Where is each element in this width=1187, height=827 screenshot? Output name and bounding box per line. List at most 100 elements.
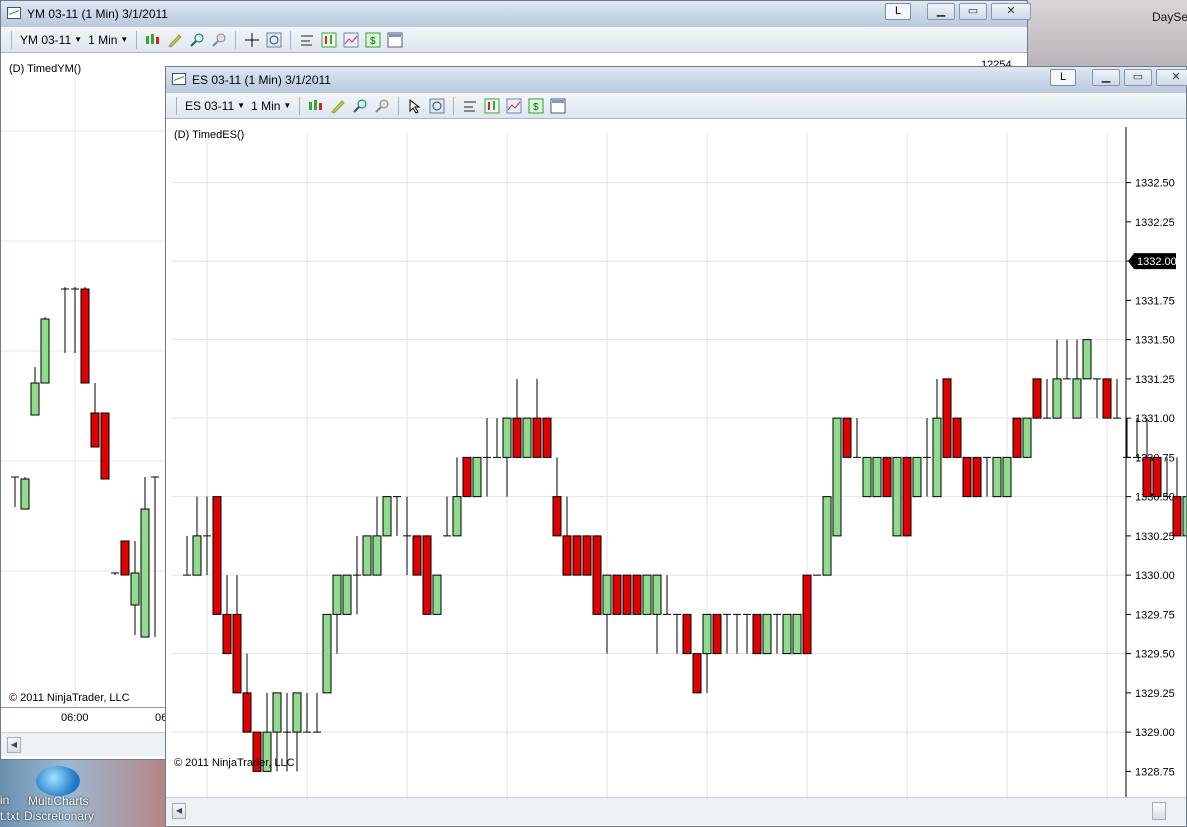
price-tick-label: 1329.25 <box>1135 688 1175 700</box>
bar-style-icon[interactable] <box>145 32 161 48</box>
drawing-pencil-icon[interactable] <box>167 32 183 48</box>
candle-body <box>532 417 542 458</box>
candle-body <box>992 456 1002 498</box>
price-tick-label: 1331.50 <box>1135 335 1175 347</box>
ym-minimize-button[interactable]: ▁ <box>927 3 955 20</box>
candle-body <box>1012 417 1022 458</box>
es-link-button[interactable]: L <box>1050 69 1076 86</box>
scroll-left-icon[interactable]: ◀ <box>7 737 21 753</box>
ym-interval-label: 1 Min <box>88 32 118 47</box>
candle-body <box>1102 378 1112 419</box>
es-scrollbar[interactable]: ◀ <box>166 797 1186 825</box>
scroll-left-icon[interactable]: ◀ <box>172 803 186 819</box>
candle-body <box>882 456 892 498</box>
drawing-pencil-icon[interactable] <box>330 98 346 114</box>
magnifier-icon[interactable] <box>429 98 445 114</box>
candle-body <box>80 288 90 384</box>
candle-body <box>572 535 582 576</box>
strategies-icon[interactable]: $ <box>528 98 544 114</box>
candle-body <box>1172 496 1182 537</box>
candle-body <box>432 574 442 615</box>
ym-time-axis: 06:00 06 <box>1 707 167 731</box>
strategies-icon[interactable]: $ <box>365 32 381 48</box>
ym-interval-selector[interactable]: 1 Min ▼ <box>88 33 128 47</box>
data-box-icon[interactable] <box>299 32 315 48</box>
chart-trader-icon[interactable] <box>550 98 566 114</box>
candle-body <box>642 574 652 615</box>
pointer-icon[interactable] <box>407 98 423 114</box>
chart-window-icon <box>172 73 186 85</box>
ym-chart-plot[interactable] <box>1 77 167 707</box>
zoom-in-icon[interactable] <box>352 98 368 114</box>
candle-body <box>592 535 602 615</box>
ym-copyright: © 2011 NinjaTrader, LLC <box>9 692 130 704</box>
multicharts-icon <box>36 766 80 796</box>
zoom-out-icon[interactable] <box>374 98 390 114</box>
indicators-icon[interactable] <box>506 98 522 114</box>
shortcut-label-1: MultiCharts <box>28 794 89 808</box>
candle-body <box>1182 496 1186 537</box>
es-chart-window[interactable]: ES 03-11 (1 Min) 3/1/2011 L ▁ ▭ ✕ ES 03-… <box>165 66 1187 827</box>
ym-close-button[interactable]: ✕ <box>991 3 1031 20</box>
es-interval-label: 1 Min <box>251 98 281 113</box>
candle-body <box>1082 339 1092 380</box>
ym-title-bar[interactable]: YM 03-11 (1 Min) 3/1/2011 L ▁ ▭ ✕ <box>1 1 1031 27</box>
candle-body <box>822 496 832 576</box>
zoom-in-icon[interactable] <box>189 32 205 48</box>
candle-body <box>582 535 592 576</box>
desktop-fragment-1: in <box>0 793 10 807</box>
ym-instrument-selector[interactable]: YM 03-11 ▼ <box>20 33 82 47</box>
candle-body <box>562 535 572 576</box>
candle-body <box>30 382 40 416</box>
es-title-bar[interactable]: ES 03-11 (1 Min) 3/1/2011 L ▁ ▭ ✕ <box>166 67 1187 93</box>
candle-body <box>412 535 422 576</box>
candle-body <box>682 613 692 655</box>
candle-body <box>622 574 632 615</box>
candle-body <box>40 318 50 384</box>
chart-window-icon <box>7 7 21 19</box>
es-instrument-selector[interactable]: ES 03-11 ▼ <box>185 99 245 113</box>
ym-maximize-button[interactable]: ▭ <box>959 3 987 20</box>
chart-properties-icon[interactable] <box>484 98 500 114</box>
svg-text:$: $ <box>370 36 376 47</box>
data-box-icon[interactable] <box>462 98 478 114</box>
crosshair-icon[interactable] <box>244 32 260 48</box>
desktop-text: DaySen <box>1152 10 1187 24</box>
candle-body <box>472 456 482 498</box>
es-minimize-button[interactable]: ▁ <box>1092 69 1120 86</box>
candle-body <box>952 417 962 458</box>
es-interval-selector[interactable]: 1 Min ▼ <box>251 99 291 113</box>
candle-body <box>512 417 522 458</box>
chevron-down-icon: ▼ <box>74 35 83 44</box>
price-tick-label: 1328.75 <box>1135 766 1175 778</box>
candle-body <box>962 456 972 498</box>
chart-properties-icon[interactable] <box>321 32 337 48</box>
scroll-thumb[interactable] <box>1152 802 1166 820</box>
es-toolbar: ES 03-11 ▼ 1 Min ▼ $ <box>166 93 1186 119</box>
chart-trader-icon[interactable] <box>387 32 403 48</box>
price-tick-label: 1332.50 <box>1135 178 1175 190</box>
candle-body <box>90 412 100 448</box>
candle-body <box>292 692 302 733</box>
es-maximize-button[interactable]: ▭ <box>1124 69 1152 86</box>
candle-body <box>932 417 942 498</box>
multicharts-shortcut[interactable]: MultiCharts Discretionary <box>24 764 94 824</box>
indicators-icon[interactable] <box>343 32 359 48</box>
chevron-down-icon: ▼ <box>120 35 129 44</box>
bar-style-icon[interactable] <box>308 98 324 114</box>
ym-time-tick: 06:00 <box>61 712 89 724</box>
ym-scrollbar[interactable]: ◀ <box>1 732 167 756</box>
es-chart-plot[interactable]: 1328.75 1329.00 1329.25 1329.50 1329.75 1330.… <box>166 127 1186 803</box>
magnifier-icon[interactable] <box>266 32 282 48</box>
ym-toolbar: YM 03-11 ▼ 1 Min ▼ $ <box>1 27 1027 53</box>
chevron-down-icon: ▼ <box>237 101 246 110</box>
candle-body <box>602 574 612 615</box>
ym-indicator-label: (D) TimedYM() <box>9 63 82 75</box>
candle-body <box>1002 456 1012 498</box>
candle-body <box>842 417 852 458</box>
ym-link-button[interactable]: L <box>885 3 911 20</box>
candle-body <box>942 378 952 458</box>
zoom-out-icon[interactable] <box>211 32 227 48</box>
es-close-button[interactable]: ✕ <box>1156 69 1187 86</box>
candle-body <box>542 417 552 458</box>
